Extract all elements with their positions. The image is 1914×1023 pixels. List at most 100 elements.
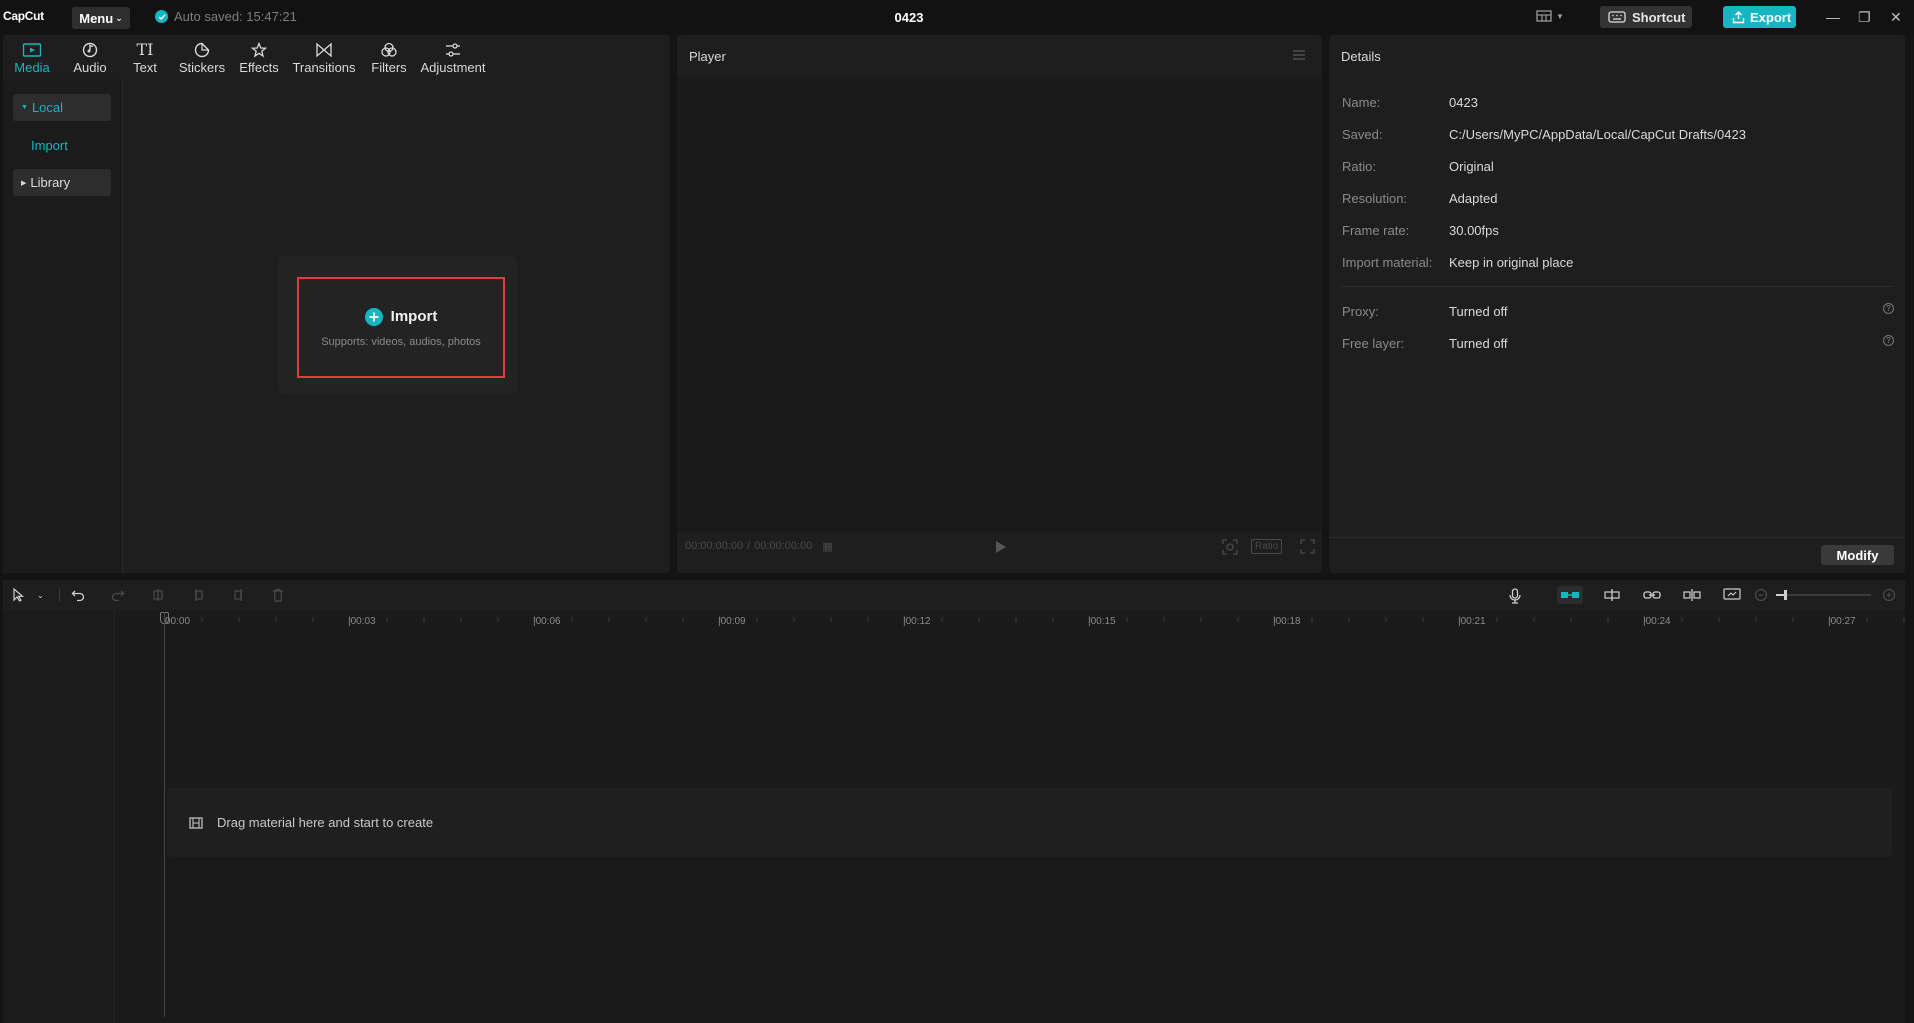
sidebar-item-import[interactable]: Import	[13, 132, 111, 159]
chevron-down-icon: ▼	[1556, 11, 1564, 21]
export-label: Export	[1750, 9, 1792, 25]
ruler-label: |00:15	[1088, 616, 1116, 627]
tab-label: Adjustment	[420, 60, 486, 75]
detail-label-resolution: Resolution:	[1342, 191, 1408, 206]
detail-value-frame-rate: 30.00fps	[1449, 223, 1499, 238]
fit-frame-icon[interactable]	[1222, 539, 1238, 558]
drop-hint-text: Drag material here and start to create	[217, 815, 434, 830]
layout-switch-button[interactable]: ▼	[1536, 10, 1564, 22]
zoom-slider-handle[interactable]	[1784, 590, 1787, 600]
detail-value-import-material: Keep in original place	[1449, 255, 1574, 270]
export-button[interactable]: Export	[1723, 6, 1796, 28]
sidebar-item-label: Import	[31, 138, 68, 153]
magnet-link-icon	[1561, 592, 1579, 598]
detail-value-saved: C:/Users/MyPC/AppData/Local/CapCut Draft…	[1449, 127, 1746, 142]
keyboard-icon	[1608, 11, 1626, 23]
main-track-magnet-button[interactable]	[1557, 586, 1583, 604]
detail-label-saved: Saved:	[1342, 127, 1383, 142]
sidebar-item-label: Library	[30, 175, 71, 190]
microphone-icon[interactable]	[1508, 588, 1522, 607]
tab-audio[interactable]: Audio	[68, 35, 112, 79]
fullscreen-icon[interactable]	[1300, 539, 1315, 557]
zoom-out-icon[interactable]	[1754, 588, 1768, 605]
tab-text[interactable]: TI Text	[125, 35, 165, 79]
tab-label: Audio	[73, 60, 107, 75]
shortcut-button[interactable]: Shortcut	[1600, 6, 1692, 28]
film-grid-icon: ▦	[822, 541, 833, 553]
help-icon[interactable]: ?	[1883, 303, 1894, 314]
detail-label-name: Name:	[1342, 95, 1381, 110]
time-ruler[interactable]: 00:00 |00:03 |00:06 |00:09 |00:12 |00:15…	[115, 610, 1905, 630]
redo-icon[interactable]	[111, 588, 125, 605]
screen-icon[interactable]	[1723, 588, 1741, 605]
layout-icon	[1536, 10, 1552, 22]
close-icon[interactable]: ✕	[1890, 9, 1902, 26]
time-separator: /	[747, 540, 751, 552]
restore-icon[interactable]: ❐	[1858, 9, 1871, 26]
chevron-down-icon[interactable]: ⌄	[37, 591, 44, 600]
audio-icon	[82, 42, 98, 58]
auto-snap-icon[interactable]	[1603, 588, 1621, 605]
transitions-icon	[316, 42, 332, 58]
ruler-label: |00:03	[348, 616, 376, 627]
modify-button[interactable]: Modify	[1821, 545, 1894, 565]
detail-value-ratio: Original	[1449, 159, 1494, 174]
delete-icon[interactable]	[272, 588, 284, 605]
zoom-slider[interactable]	[1776, 590, 1871, 600]
film-icon	[189, 816, 203, 829]
detail-label-import-material: Import material:	[1342, 255, 1433, 270]
tab-stickers[interactable]: Stickers	[177, 35, 227, 79]
ruler-label: |00:09	[718, 616, 746, 627]
tab-transitions[interactable]: Transitions	[292, 35, 356, 79]
sidebar-item-local[interactable]: ▼ Local	[13, 94, 111, 121]
text-icon: TI	[136, 40, 154, 59]
ruler-label: |00:12	[903, 616, 931, 627]
tab-label: Filters	[371, 60, 407, 75]
split-icon[interactable]	[152, 588, 164, 605]
export-icon	[1732, 10, 1745, 23]
plus-circle-icon	[364, 307, 383, 326]
asset-toolbar: Media Audio TI Text Stickers Effects Tra…	[3, 35, 670, 79]
player-timecode: 00:00:00:00 / 00:00:00:00 ▦	[685, 540, 833, 553]
tab-effects[interactable]: Effects	[237, 35, 281, 79]
select-tool-icon[interactable]	[12, 587, 26, 605]
ruler-ticks	[164, 617, 1905, 622]
ruler-label: |00:24	[1643, 616, 1671, 627]
ratio-button[interactable]: Ratio	[1251, 539, 1283, 554]
sidebar-item-library[interactable]: ▶ Library	[13, 169, 111, 196]
track-drop-zone[interactable]: Drag material here and start to create	[167, 788, 1892, 857]
detail-label-ratio: Ratio:	[1342, 159, 1376, 174]
tab-label: Transitions	[292, 60, 356, 75]
split-right-icon[interactable]	[233, 588, 245, 605]
detail-label-frame-rate: Frame rate:	[1342, 223, 1410, 238]
help-icon[interactable]: ?	[1883, 335, 1894, 346]
tab-adjustment[interactable]: Adjustment	[419, 35, 487, 79]
tab-label: Effects	[239, 60, 279, 75]
split-left-icon[interactable]	[192, 588, 204, 605]
tab-filters[interactable]: Filters	[367, 35, 411, 79]
detail-value-name: 0423	[1449, 95, 1478, 110]
details-title: Details	[1341, 49, 1381, 64]
play-icon[interactable]	[995, 540, 1007, 557]
tab-media[interactable]: Media	[10, 35, 54, 79]
minimize-icon[interactable]: —	[1826, 9, 1840, 25]
adjustment-icon	[446, 43, 460, 57]
tab-label: Media	[14, 60, 50, 75]
zoom-in-icon[interactable]	[1882, 588, 1896, 605]
undo-icon[interactable]	[71, 588, 85, 605]
playhead-line[interactable]	[164, 612, 165, 1017]
import-subtitle: Supports: videos, audios, photos	[321, 335, 481, 348]
filters-icon	[381, 42, 397, 57]
track-header-column	[3, 610, 115, 1023]
caret-down-icon: ▼	[21, 104, 28, 111]
time-total: 00:00:00:00	[754, 540, 813, 552]
details-divider	[1341, 286, 1892, 287]
preview-axis-icon[interactable]	[1683, 588, 1701, 605]
detail-label-free-layer: Free layer:	[1342, 336, 1405, 351]
hamburger-icon[interactable]	[1292, 49, 1306, 64]
effects-icon	[250, 42, 268, 58]
link-icon[interactable]	[1643, 588, 1661, 605]
import-button[interactable]: Import Supports: videos, audios, photos	[297, 277, 505, 378]
ruler-label: |00:27	[1828, 616, 1856, 627]
shortcut-label: Shortcut	[1632, 9, 1686, 25]
